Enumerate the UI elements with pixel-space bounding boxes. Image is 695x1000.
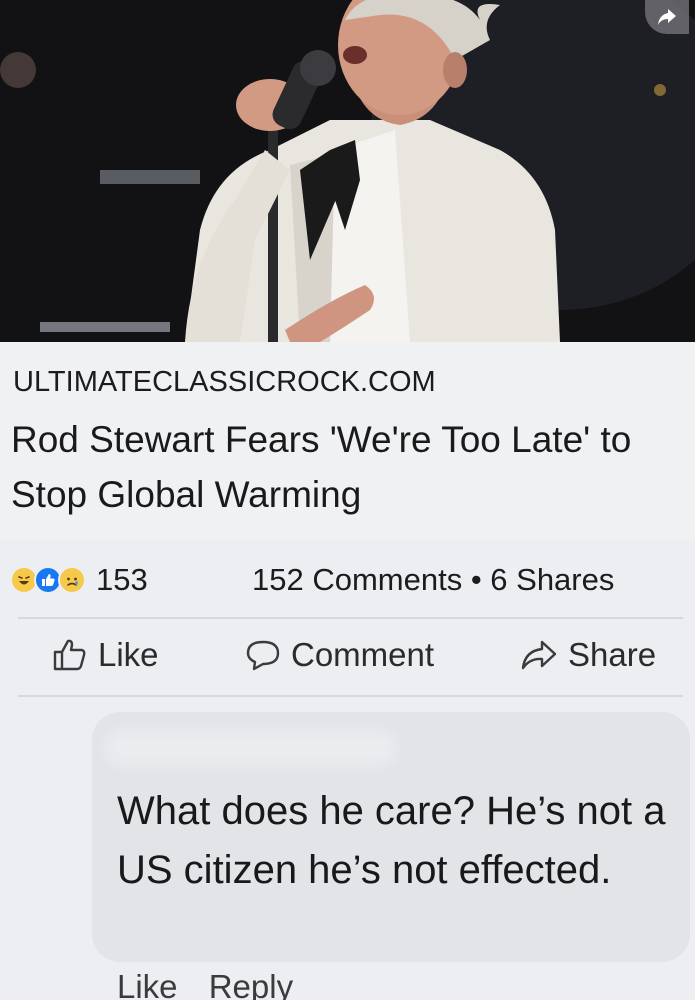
post-action-bar: Like Comment Share: [0, 620, 695, 696]
share-label: Share: [568, 636, 657, 673]
singer-photo: [0, 0, 695, 342]
comment-reply-link[interactable]: Reply: [209, 968, 293, 1000]
comment-text: What does he care? He’s not a US citizen…: [117, 789, 666, 892]
comments-shares-count[interactable]: 152 Comments • 6 Shares: [252, 562, 614, 598]
like-label: Like: [98, 636, 159, 673]
speech-bubble-icon: [246, 640, 280, 671]
post-stats-row: 153 152 Comments • 6 Shares: [0, 540, 695, 618]
share-button[interactable]: Share: [520, 636, 656, 674]
like-button[interactable]: Like: [52, 636, 159, 674]
forward-arrow-icon: [658, 9, 676, 25]
thumbs-up-icon: [53, 639, 86, 671]
facebook-post-screenshot: ULTIMATECLASSICROCK.COM Rod Stewart Fear…: [0, 0, 695, 1000]
reactions-summary[interactable]: 153: [10, 562, 148, 598]
link-preview[interactable]: ULTIMATECLASSICROCK.COM Rod Stewart Fear…: [0, 342, 695, 540]
link-headline[interactable]: Rod Stewart Fears 'We're Too Late' to St…: [11, 412, 681, 522]
comment-label: Comment: [291, 636, 435, 673]
share-arrow-icon: [521, 640, 557, 670]
sad-icon: [58, 566, 86, 594]
redacted-commenter-name: [106, 730, 396, 766]
comment-like-link[interactable]: Like: [117, 968, 178, 1000]
comment-section: What does he care? He’s not a US citizen…: [0, 698, 695, 1000]
post-image[interactable]: [0, 0, 695, 342]
comment-button[interactable]: Comment: [245, 636, 434, 674]
divider: [18, 695, 683, 697]
divider: [18, 617, 683, 619]
link-source-domain: ULTIMATECLASSICROCK.COM: [13, 366, 436, 398]
comment-bubble[interactable]: What does he care? He’s not a US citizen…: [92, 712, 690, 962]
comment-actions: Like Reply: [117, 968, 315, 1000]
reaction-count: 153: [96, 562, 148, 597]
